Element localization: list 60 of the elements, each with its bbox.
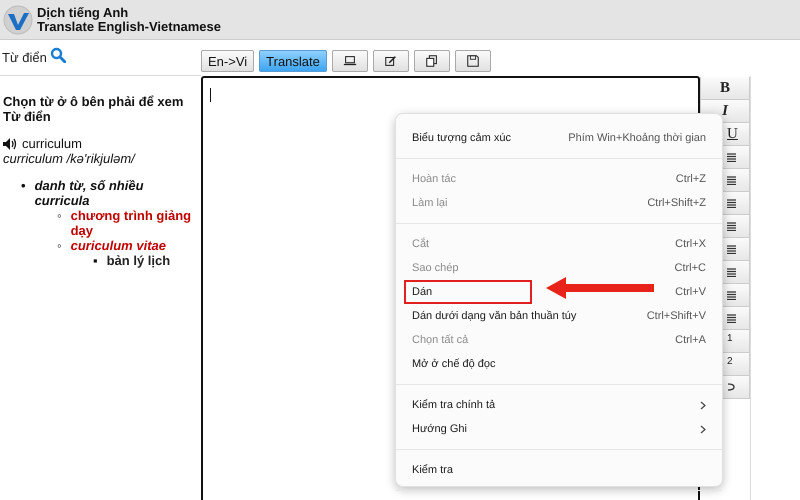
format-button[interactable]: B: [700, 77, 750, 100]
align-icon: [727, 268, 736, 276]
menu-item-label: Hướng Ghi: [412, 423, 467, 435]
menu-item-label: Biểu tượng cảm xúc: [412, 132, 511, 144]
bullet-marker: •: [21, 178, 26, 193]
app-subtitle: Translate English-Vietnamese: [37, 20, 221, 34]
edit-icon: [384, 54, 398, 68]
menu-item-label: Sao chép: [412, 262, 458, 274]
shortcut-text: Ctrl+Shift+Z: [647, 197, 706, 209]
menu-item-label: Hoàn tác: [412, 173, 456, 185]
shortcut-text: Ctrl+V: [675, 286, 706, 298]
align-icon: [727, 176, 736, 184]
definition-text: curiculum vitae: [70, 238, 166, 253]
menu-item[interactable]: Dán Ctrl+V: [402, 280, 716, 304]
menu-item-label: Kiểm tra chính tả: [412, 399, 496, 411]
logo-icon: [3, 4, 33, 34]
align-icon: [727, 222, 736, 230]
headword: curriculum: [22, 136, 82, 151]
text-cursor: [210, 88, 211, 102]
curve-icon: [727, 382, 735, 392]
menu-item-label: Chọn tất cả: [412, 334, 468, 346]
menu-item-label: Dán dưới dạng văn bản thuần túy: [412, 310, 576, 322]
toolbar-button[interactable]: Translate: [259, 50, 327, 72]
pronunciation: curriculum /kə'rikjuləm/: [3, 151, 137, 166]
shortcut-text: Ctrl+Shift+V: [646, 310, 706, 322]
edit-button[interactable]: [372, 50, 409, 72]
shortcut-text: Ctrl+C: [674, 262, 706, 274]
laptop-icon: [342, 54, 357, 68]
bullet-marker: ◦: [57, 208, 62, 223]
menu-item[interactable]: Kiểm tra: [402, 458, 716, 482]
align-icon: [727, 152, 736, 162]
definition-text: bản lý lịch: [106, 253, 170, 268]
menu-item-label: Kiểm tra: [412, 464, 453, 476]
menu-item-label: Cắt: [412, 238, 430, 250]
bullet-marker: ◦: [57, 238, 62, 253]
dictionary-label: Từ điển: [2, 50, 47, 65]
speaker-icon[interactable]: [3, 138, 17, 150]
shortcut-text: Ctrl+X: [675, 238, 706, 250]
laptop-button[interactable]: [332, 50, 368, 72]
align-icon: [727, 314, 736, 322]
save-icon: [466, 54, 480, 68]
bullet-marker: ▪: [93, 253, 98, 268]
definition-text: danh từ, số nhiều curricula: [34, 178, 145, 208]
menu-item[interactable]: Hướng Ghi: [402, 417, 716, 441]
copy-button[interactable]: [414, 50, 450, 72]
search-icon[interactable]: [50, 46, 66, 62]
align-icon: [727, 244, 736, 254]
menu-item-label: Dán: [406, 282, 530, 302]
menu-item-label: Mở ở chế độ đọc: [412, 358, 496, 370]
menu-item[interactable]: Dán dưới dạng văn bản thuần túy Ctrl+Shift+V: [402, 304, 716, 328]
toolbar-button[interactable]: En->Vi: [201, 50, 254, 72]
align-icon: [727, 290, 736, 300]
copy-icon: [424, 54, 439, 68]
menu-item[interactable]: Kiểm tra chính tả: [402, 393, 716, 417]
menu-item-label: Làm lại: [412, 197, 448, 209]
align-icon: [727, 198, 736, 208]
save-button[interactable]: [454, 50, 491, 72]
app-title: Dịch tiếng Anh: [37, 6, 130, 20]
instruction-text: Chọn từ ở ô bên phải để xem Từ điển: [3, 94, 184, 124]
shortcut-text: Ctrl+Z: [676, 173, 706, 185]
